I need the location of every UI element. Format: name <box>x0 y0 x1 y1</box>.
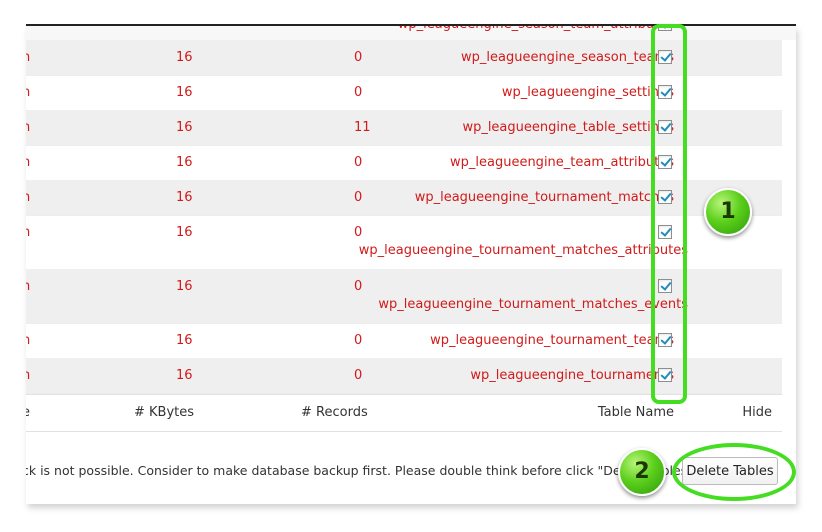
row-records: 0 <box>354 190 363 205</box>
checkbox-column-highlight <box>651 24 687 404</box>
column-header-records[interactable]: # Records <box>301 405 368 420</box>
row-records: 0 <box>354 85 363 100</box>
row-table-name: wp_leagueengine_season_teams <box>461 50 674 65</box>
row-records: 0 <box>354 368 363 383</box>
row-kbytes: 16 <box>176 85 193 100</box>
row-records: 0 <box>354 50 363 65</box>
partial-table-name: wp_leagueengine_season_team_attributes <box>398 26 674 32</box>
row-table-name: wp_leagueengine_tournament_matches <box>414 190 674 205</box>
column-header-table-name[interactable]: Table Name <box>598 405 674 420</box>
row-records: 0 <box>354 333 363 348</box>
column-header-kbytes[interactable]: # KBytes <box>134 405 194 420</box>
row-first-col: n <box>26 279 31 294</box>
row-records: 0 <box>354 155 363 170</box>
row-first-col: n <box>26 155 31 170</box>
row-kbytes: 16 <box>176 120 193 135</box>
delete-button-highlight <box>672 443 796 501</box>
column-header-hide[interactable]: Hide <box>742 405 772 420</box>
row-records: 11 <box>354 120 371 135</box>
row-kbytes: 16 <box>176 50 193 65</box>
row-first-col: n <box>26 85 31 100</box>
column-header-first: e <box>26 405 30 420</box>
row-kbytes: 16 <box>176 155 193 170</box>
row-kbytes: 16 <box>176 279 193 294</box>
row-table-name: wp_leagueengine_team_attributes <box>450 155 674 170</box>
row-kbytes: 16 <box>176 368 193 383</box>
row-table-name: wp_leagueengine_tournament_matches_event… <box>378 297 688 312</box>
row-first-col: n <box>26 368 31 383</box>
row-first-col: n <box>26 225 31 240</box>
row-first-col: n <box>26 120 31 135</box>
step-2-badge: 2 <box>618 448 666 496</box>
row-table-name: wp_leagueengine_tournament_matches_attri… <box>358 243 688 258</box>
step-1-badge: 1 <box>704 188 752 236</box>
row-first-col: n <box>26 333 31 348</box>
row-table-name: wp_leagueengine_tournaments <box>470 368 674 383</box>
row-table-name: wp_leagueengine_table_settings <box>462 120 674 135</box>
row-kbytes: 16 <box>176 333 193 348</box>
row-table-name: wp_leagueengine_settings <box>501 85 674 100</box>
row-kbytes: 16 <box>176 225 193 240</box>
row-records: 0 <box>354 279 363 294</box>
row-records: 0 <box>354 225 363 240</box>
row-first-col: n <box>26 190 31 205</box>
row-kbytes: 16 <box>176 190 193 205</box>
row-table-name: wp_leagueengine_tournament_teams <box>430 333 674 348</box>
row-first-col: n <box>26 50 31 65</box>
